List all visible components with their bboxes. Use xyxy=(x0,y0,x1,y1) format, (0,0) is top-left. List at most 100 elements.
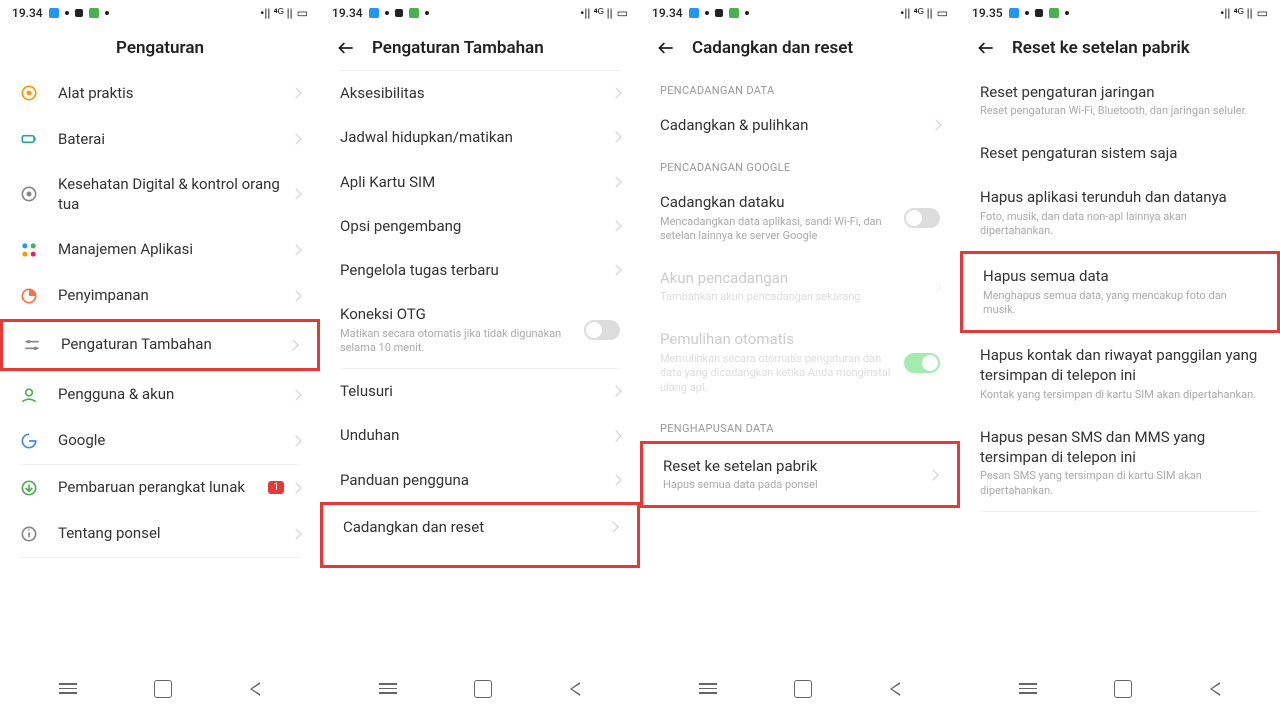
row-pengelola-tugas[interactable]: Pengelola tugas terbaru xyxy=(320,248,640,292)
row-koneksi-otg[interactable]: Koneksi OTG Matikan secara otomatis jika… xyxy=(320,292,640,368)
row-label: Pembaruan perangkat lunak xyxy=(58,477,268,497)
wellbeing-icon xyxy=(18,183,40,205)
row-label: Reset pengaturan sistem saja xyxy=(980,143,1260,163)
row-opsi-pengembang[interactable]: Opsi pengembang xyxy=(320,204,640,248)
row-akun-pencadangan: Akun pencadangan Tambahkan akun pencadan… xyxy=(640,256,960,317)
row-label: Jadwal hidupkan/matikan xyxy=(340,127,612,147)
row-aksesibilitas[interactable]: Aksesibilitas xyxy=(320,71,640,115)
row-reset-sistem[interactable]: Reset pengaturan sistem saja xyxy=(960,131,1280,175)
toggle-auto-restore xyxy=(904,353,940,373)
status-right-icons: •|| ⁴ᴳ || ▭ xyxy=(260,6,308,20)
row-jadwal-hidupkan[interactable]: Jadwal hidupkan/matikan xyxy=(320,115,640,159)
status-dot-icon xyxy=(425,11,429,15)
row-baterai[interactable]: Baterai xyxy=(0,116,320,162)
row-kesehatan-digital[interactable]: Kesehatan Digital & kontrol orang tua xyxy=(0,162,320,227)
status-app-icon xyxy=(1009,8,1019,18)
row-label: Cadangkan dataku xyxy=(660,192,904,212)
battery-icon: ▭ xyxy=(617,6,628,20)
row-label: Baterai xyxy=(58,129,292,149)
header: Pengaturan Tambahan xyxy=(320,26,640,70)
row-sublabel: Memulihkan secara otomatis pengaturan da… xyxy=(660,352,904,397)
row-pengaturan-tambahan[interactable]: Pengaturan Tambahan xyxy=(0,319,320,371)
status-dot-icon xyxy=(105,11,109,15)
nav-home-button[interactable] xyxy=(474,680,492,698)
chevron-right-icon xyxy=(610,87,621,98)
toggle-otg[interactable] xyxy=(584,320,620,340)
nav-recents-button[interactable] xyxy=(379,680,397,698)
nav-recents-button[interactable] xyxy=(699,680,717,698)
chevron-right-icon xyxy=(610,474,621,485)
row-label: Tentang ponsel xyxy=(58,523,292,543)
chevron-right-icon xyxy=(607,521,618,532)
toggle-backup-data[interactable] xyxy=(904,208,940,228)
chevron-right-icon xyxy=(610,220,621,231)
status-bar: 19.34 •|| ⁴ᴳ || ▭ xyxy=(320,0,640,26)
row-hapus-semua-data[interactable]: Hapus semua data Menghapus semua data, y… xyxy=(960,251,1280,333)
row-pembaruan[interactable]: Pembaruan perangkat lunak 1 xyxy=(0,465,320,511)
google-icon xyxy=(18,430,40,452)
nav-back-button[interactable] xyxy=(249,681,261,697)
nav-bar xyxy=(0,667,320,711)
row-label: Akun pencadangan xyxy=(660,268,932,288)
nav-home-button[interactable] xyxy=(794,680,812,698)
row-pengguna-akun[interactable]: Pengguna & akun xyxy=(0,372,320,418)
row-apli-kartu-sim[interactable]: Apli Kartu SIM xyxy=(320,160,640,204)
row-cadangkan-dataku[interactable]: Cadangkan dataku Mencadangkan data aplik… xyxy=(640,180,960,256)
row-hapus-sms[interactable]: Hapus pesan SMS dan MMS yang tersimpan d… xyxy=(960,415,1280,511)
chevron-right-icon xyxy=(290,189,301,200)
row-cadangkan-pulihkan[interactable]: Cadangkan & pulihkan xyxy=(640,103,960,147)
nav-back-button[interactable] xyxy=(889,681,901,697)
nav-recents-button[interactable] xyxy=(59,680,77,698)
battery-icon: ▭ xyxy=(297,6,308,20)
nav-home-button[interactable] xyxy=(154,680,172,698)
row-label: Hapus pesan SMS dan MMS yang tersimpan d… xyxy=(980,427,1260,468)
row-google[interactable]: Google xyxy=(0,418,320,464)
row-panduan-pengguna[interactable]: Panduan pengguna xyxy=(320,458,640,502)
chevron-right-icon xyxy=(927,469,938,480)
row-label: Pemulihan otomatis xyxy=(660,329,904,349)
row-label: Apli Kartu SIM xyxy=(340,172,612,192)
nav-home-button[interactable] xyxy=(1114,680,1132,698)
row-tentang-ponsel[interactable]: Tentang ponsel xyxy=(0,511,320,557)
row-label: Unduhan xyxy=(340,425,612,445)
update-icon xyxy=(18,477,40,499)
status-app-icon xyxy=(409,8,419,18)
nav-back-button[interactable] xyxy=(569,681,581,697)
status-app-icon xyxy=(1049,8,1059,18)
row-reset-jaringan[interactable]: Reset pengaturan jaringan Reset pengatur… xyxy=(960,70,1280,131)
back-arrow-icon[interactable] xyxy=(656,38,676,58)
status-app-icon xyxy=(1035,9,1043,17)
row-penyimpanan[interactable]: Penyimpanan xyxy=(0,273,320,319)
section-pencadangan-data: PENCADANGAN DATA xyxy=(640,70,960,103)
status-time: 19.34 xyxy=(12,6,43,20)
status-bar: 19.34 •|| ⁴ᴳ || ▭ xyxy=(640,0,960,26)
row-manajemen-aplikasi[interactable]: Manajemen Aplikasi xyxy=(0,227,320,273)
status-dot-icon xyxy=(65,11,69,15)
row-label: Reset ke setelan pabrik xyxy=(663,456,929,476)
status-dot-icon xyxy=(745,11,749,15)
back-arrow-icon[interactable] xyxy=(336,38,356,58)
battery-icon: ▭ xyxy=(1257,6,1268,20)
row-unduhan[interactable]: Unduhan xyxy=(320,413,640,457)
row-hapus-kontak[interactable]: Hapus kontak dan riwayat panggilan yang … xyxy=(960,333,1280,414)
divider xyxy=(20,557,300,558)
row-telusuri[interactable]: Telusuri xyxy=(320,369,640,413)
divider xyxy=(980,511,1260,512)
row-reset-setelan-pabrik[interactable]: Reset ke setelan pabrik Hapus semua data… xyxy=(640,441,960,508)
screen-4-reset-pabrik: 19.35 •|| ⁴ᴳ || ▭ Reset ke setelan pabri… xyxy=(960,0,1280,711)
header: Reset ke setelan pabrik xyxy=(960,26,1280,70)
row-label: Pengelola tugas terbaru xyxy=(340,260,612,280)
row-cadangkan-reset[interactable]: Cadangkan dan reset xyxy=(320,502,640,568)
row-label: Reset pengaturan jaringan xyxy=(980,82,1260,102)
section-penghapusan-data: PENGHAPUSAN DATA xyxy=(640,408,960,441)
row-label: Cadangkan dan reset xyxy=(343,517,609,537)
nav-back-button[interactable] xyxy=(1209,681,1221,697)
row-sublabel: Tambahkan akun pencadangan sekarang xyxy=(660,290,932,305)
row-alat-praktis[interactable]: Alat praktis xyxy=(0,70,320,116)
nav-bar xyxy=(320,667,640,711)
nav-recents-button[interactable] xyxy=(1019,680,1037,698)
row-label: Manajemen Aplikasi xyxy=(58,239,292,259)
back-arrow-icon[interactable] xyxy=(976,38,996,58)
header: Cadangkan dan reset xyxy=(640,26,960,70)
row-hapus-aplikasi[interactable]: Hapus aplikasi terunduh dan datanya Foto… xyxy=(960,175,1280,251)
